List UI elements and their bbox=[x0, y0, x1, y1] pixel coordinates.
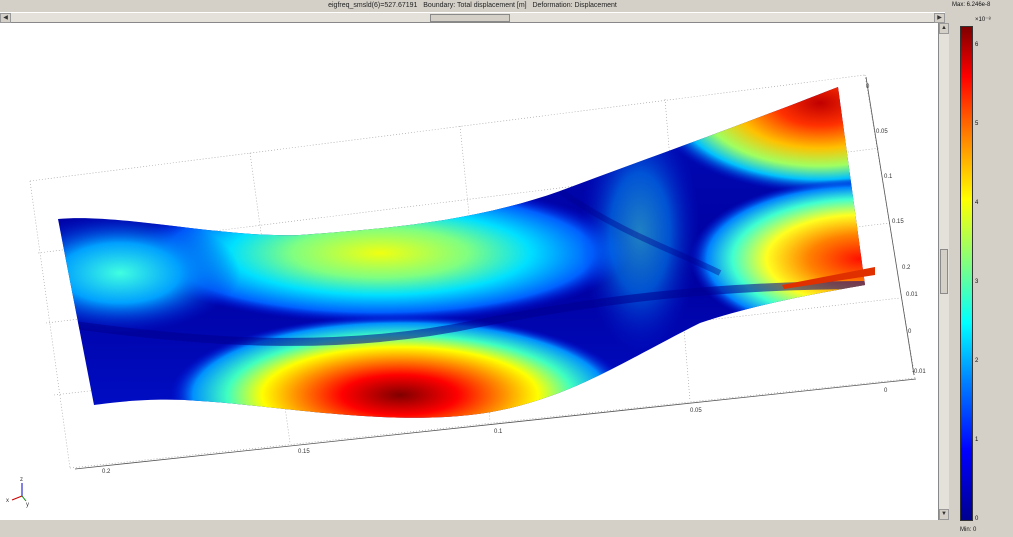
colorbar-tick: 1 bbox=[975, 437, 979, 443]
plot-svg[interactable]: 0.2 0.15 0.1 0.05 0 0 0.05 0.1 0.15 0.2 0.01 0 -0.… bbox=[0, 23, 938, 520]
triad-z-label: z bbox=[20, 477, 23, 483]
right-tick-label: 0 bbox=[866, 84, 870, 90]
colorbar-min-label: Min: 0 bbox=[960, 527, 977, 533]
z-axis-ticks: 0.01 0 -0.01 bbox=[906, 292, 926, 375]
bottom-tick-label: 0 bbox=[884, 388, 888, 394]
axis-triad-icon: z x y bbox=[6, 477, 29, 508]
colorbar-tick: 2 bbox=[975, 358, 979, 364]
triad-y-label: y bbox=[26, 502, 29, 508]
colorbar-exponent: ×10⁻⁸ bbox=[975, 17, 991, 23]
z-tick-label: -0.01 bbox=[912, 369, 926, 375]
right-tick-label: 0.2 bbox=[902, 265, 911, 271]
status-bar bbox=[0, 520, 949, 537]
z-tick-label: 0.01 bbox=[906, 292, 918, 298]
horizontal-scroll-thumb[interactable] bbox=[430, 14, 510, 22]
surface-plot bbox=[58, 87, 865, 418]
colorbar-tick: 5 bbox=[975, 121, 979, 127]
vertical-scroll-thumb[interactable] bbox=[940, 249, 948, 294]
y-axis-line bbox=[865, 76, 915, 376]
plot-title: eigfreq_smsld(6)=527.67191 Boundary: Tot… bbox=[328, 2, 617, 9]
right-axis-ticks: 0 0.05 0.1 0.15 0.2 bbox=[866, 84, 911, 271]
triad-x-label: x bbox=[6, 498, 9, 504]
z-tick-label: 0 bbox=[908, 329, 912, 335]
plot-canvas[interactable]: 0.2 0.15 0.1 0.05 0 0 0.05 0.1 0.15 0.2 0.01 0 -0.… bbox=[0, 23, 938, 520]
colorbar-tick: 0 bbox=[975, 516, 979, 522]
right-tick-label: 0.1 bbox=[884, 174, 893, 180]
colorbar-tick: 3 bbox=[975, 279, 979, 285]
bottom-tick-label: 0.05 bbox=[690, 408, 702, 414]
bottom-tick-label: 0.1 bbox=[494, 429, 503, 435]
right-tick-label: 0.05 bbox=[876, 129, 888, 135]
bottom-tick-label: 0.15 bbox=[298, 449, 310, 455]
scroll-right-icon[interactable]: ▶ bbox=[934, 13, 945, 23]
scroll-up-icon[interactable]: ▲ bbox=[939, 23, 949, 34]
right-tick-label: 0.15 bbox=[892, 219, 904, 225]
horizontal-scrollbar[interactable]: ◀ ▶ bbox=[0, 12, 945, 23]
bottom-tick-label: 0.2 bbox=[102, 469, 111, 475]
scroll-down-icon[interactable]: ▼ bbox=[939, 509, 949, 520]
colorbar bbox=[960, 26, 973, 521]
colorbar-max-label: Max: 6.246e-8 bbox=[952, 2, 991, 8]
vertical-scrollbar[interactable]: ▲ ▼ bbox=[938, 23, 949, 520]
colorbar-tick: 6 bbox=[975, 42, 979, 48]
colorbar-tick: 4 bbox=[975, 200, 979, 206]
scroll-left-icon[interactable]: ◀ bbox=[0, 13, 11, 23]
